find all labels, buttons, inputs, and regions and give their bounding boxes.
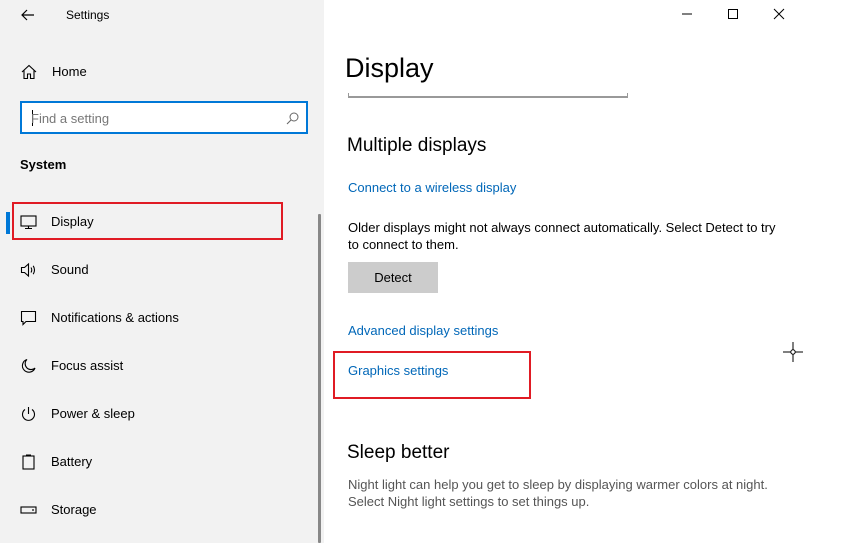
section-heading-system: System	[20, 157, 67, 172]
detect-description: Older displays might not always connect …	[348, 220, 776, 252]
graphics-settings-link[interactable]: Graphics settings	[348, 363, 448, 378]
sidebar-item-notifications[interactable]: Notifications & actions	[0, 298, 320, 338]
section-heading-sleep-better: Sleep better	[347, 442, 450, 463]
active-indicator	[6, 212, 10, 234]
moon-icon	[21, 358, 36, 373]
sidebar-item-display[interactable]: Display	[0, 202, 320, 242]
sidebar-item-battery[interactable]: Battery	[0, 442, 320, 482]
battery-icon	[22, 454, 35, 470]
sidebar-scrollbar[interactable]	[318, 214, 321, 543]
sidebar-item-label: Power & sleep	[51, 406, 135, 421]
crosshair-cursor-icon	[783, 342, 803, 362]
sidebar-item-power-sleep[interactable]: Power & sleep	[0, 394, 320, 434]
sidebar-item-home[interactable]: Home	[0, 56, 324, 88]
search-field[interactable]	[20, 101, 308, 134]
title-underline	[348, 93, 628, 98]
power-icon	[21, 407, 36, 421]
night-light-description: Night light can help you get to sleep by…	[348, 477, 768, 509]
notification-icon	[20, 310, 37, 326]
sidebar-item-storage[interactable]: Storage	[0, 490, 320, 530]
search-icon[interactable]	[286, 112, 299, 125]
back-button[interactable]	[16, 4, 40, 26]
sidebar-item-label: Focus assist	[51, 358, 124, 373]
sidebar-item-focus-assist[interactable]: Focus assist	[0, 346, 320, 386]
sidebar-item-label: Display	[51, 214, 94, 229]
search-input[interactable]	[31, 109, 281, 127]
sidebar: Settings Home System Display Sound	[0, 0, 324, 543]
sidebar-item-label: Notifications & actions	[51, 310, 179, 325]
detect-button[interactable]: Detect	[348, 262, 438, 293]
storage-icon	[20, 506, 37, 514]
sidebar-item-label: Storage	[51, 502, 97, 517]
page-title: Display	[345, 53, 434, 83]
close-button[interactable]	[756, 0, 802, 28]
sidebar-item-sound[interactable]: Sound	[0, 250, 320, 290]
sidebar-item-home-label: Home	[52, 64, 87, 79]
connect-wireless-display-link[interactable]: Connect to a wireless display	[348, 180, 516, 195]
monitor-icon	[20, 215, 37, 230]
back-arrow-icon	[21, 9, 34, 21]
advanced-display-settings-link[interactable]: Advanced display settings	[348, 323, 498, 338]
sidebar-item-label: Battery	[51, 454, 93, 469]
close-icon	[773, 8, 785, 20]
section-heading-multiple-displays: Multiple displays	[347, 135, 487, 156]
app-title: Settings	[66, 8, 110, 22]
sidebar-item-label: Sound	[51, 262, 89, 277]
minimize-icon	[682, 13, 692, 15]
maximize-button[interactable]	[710, 0, 756, 28]
minimize-button[interactable]	[664, 0, 710, 28]
maximize-icon	[728, 9, 738, 19]
home-icon	[21, 64, 37, 80]
speaker-icon	[20, 262, 36, 278]
